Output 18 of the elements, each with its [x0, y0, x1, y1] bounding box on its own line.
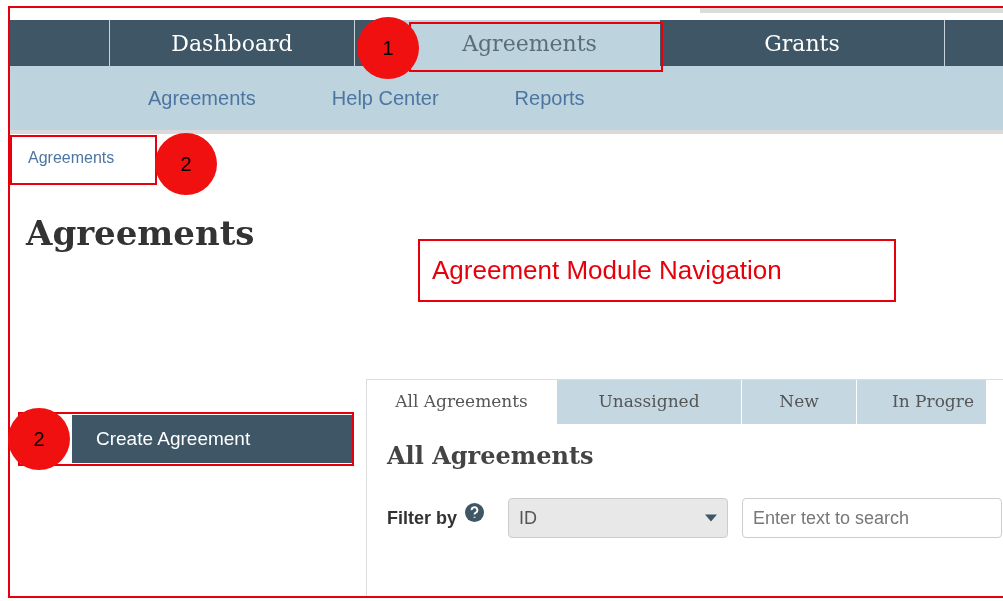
filter-select[interactable]: ID — [508, 498, 728, 538]
list-tab[interactable]: New — [742, 380, 857, 424]
breadcrumb-link[interactable]: Agreements — [28, 149, 115, 166]
caret-icon — [705, 514, 717, 522]
create-agreement-button[interactable]: Create Agreement — [72, 415, 354, 463]
sub-nav-link[interactable]: Reports — [514, 83, 585, 113]
help-icon[interactable] — [465, 502, 484, 522]
step-marker: 2 — [155, 133, 217, 195]
filter-label: Filter by — [387, 506, 457, 530]
sub-nav-link[interactable]: Help Center — [331, 83, 439, 113]
list-tab[interactable]: Unassigned — [557, 380, 742, 424]
section-title: All Agreements — [387, 440, 595, 472]
step-marker: 2 — [8, 408, 70, 470]
callout-box: Agreement Module Navigation — [418, 239, 896, 302]
search-field[interactable]: Enter text to search — [742, 498, 1002, 538]
list-tab[interactable]: In Progre — [857, 380, 987, 424]
sub-nav-link[interactable]: Agreements — [148, 83, 256, 113]
page-heading: Agreements — [26, 212, 256, 255]
